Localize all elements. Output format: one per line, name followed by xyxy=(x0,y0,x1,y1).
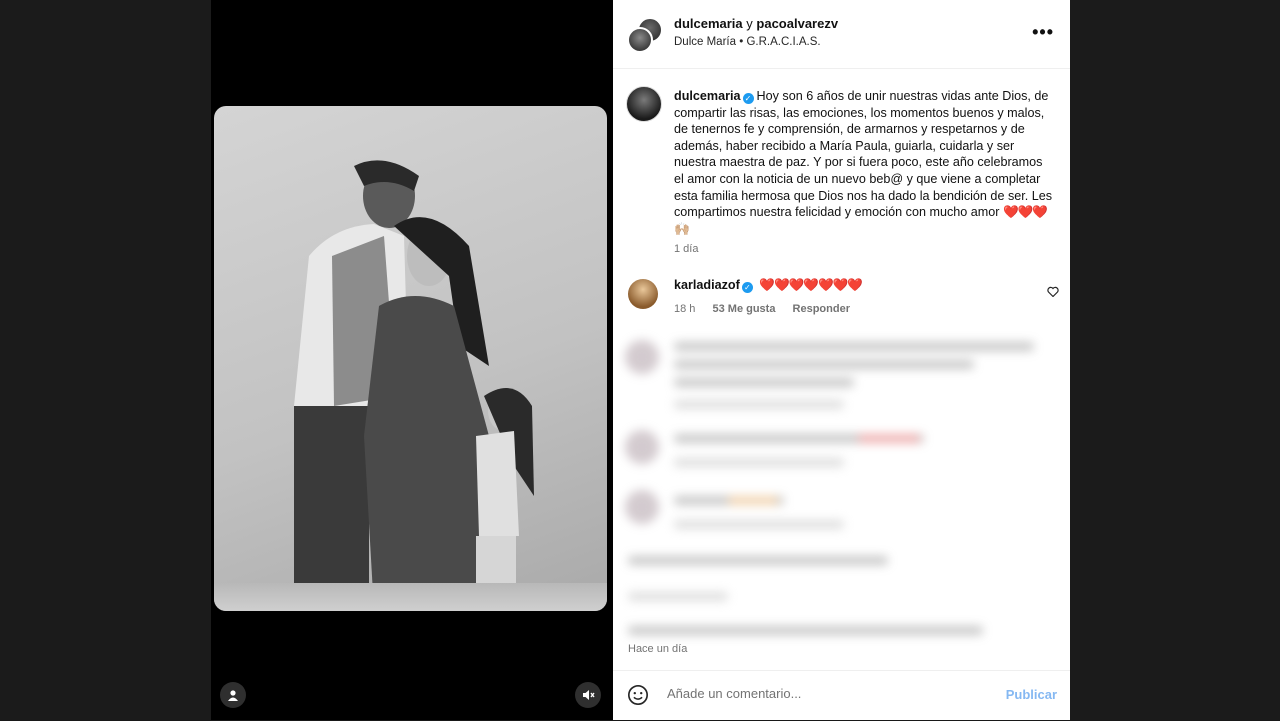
right-backdrop xyxy=(1070,0,1280,720)
comment-likes[interactable]: 53 Me gusta xyxy=(712,303,775,315)
avatar xyxy=(625,430,659,464)
tag-button[interactable] xyxy=(220,682,246,708)
blurred-line xyxy=(674,342,1034,351)
blurred-line xyxy=(674,520,844,529)
avatar xyxy=(625,340,659,374)
comment: karladiazof ✓ ❤️❤️❤️❤️❤️❤️❤️ xyxy=(674,278,863,293)
more-options-button[interactable]: ••• xyxy=(1032,22,1054,43)
mute-button[interactable] xyxy=(575,682,601,708)
add-comment-input[interactable] xyxy=(665,685,989,702)
avatar xyxy=(625,490,659,524)
blurred-line xyxy=(628,592,728,601)
family-photo-illustration xyxy=(294,160,534,611)
blurred-line xyxy=(628,556,888,565)
post-caption: dulcemaria ✓ Hoy son 6 años de unir nuestr… xyxy=(674,88,1054,237)
audio-title[interactable]: G.R.A.C.I.A.S. xyxy=(746,36,820,48)
photo-floor xyxy=(214,583,607,611)
emoji-smile-icon[interactable] xyxy=(627,684,649,706)
avatar xyxy=(627,27,653,53)
collab-username[interactable]: pacoalvarezv xyxy=(756,16,838,31)
left-backdrop xyxy=(0,0,211,720)
caption-text: Hoy son 6 años de unir nuestras vidas an… xyxy=(674,89,1053,220)
post-photo xyxy=(214,106,607,611)
caption-avatar[interactable] xyxy=(626,86,662,122)
media-pane xyxy=(211,0,613,720)
caption-time: 1 día xyxy=(674,243,699,255)
collab-avatars[interactable] xyxy=(627,17,663,53)
comment-avatar[interactable] xyxy=(628,279,658,309)
separator-dot: • xyxy=(739,36,744,48)
reply-button[interactable]: Responder xyxy=(793,303,850,315)
verified-badge-icon: ✓ xyxy=(742,93,754,104)
blurred-line xyxy=(858,434,920,443)
blurred-line xyxy=(728,496,778,505)
publish-button[interactable]: Publicar xyxy=(1006,687,1057,702)
blurred-line xyxy=(674,360,974,369)
comment-time: 18 h xyxy=(674,303,696,315)
audio-line: Dulce María • G.R.A.C.I.A.S. xyxy=(674,36,821,48)
comment-text: ❤️❤️❤️❤️❤️❤️❤️ xyxy=(759,278,863,292)
comment-meta: 18 h 53 Me gusta Responder xyxy=(674,303,864,315)
post-header: dulcemaria y pacoalvarezv Dulce María • … xyxy=(613,0,1070,69)
post-time: Hace un día xyxy=(628,643,688,655)
speaker-muted-icon xyxy=(583,690,595,700)
comment-bar: Publicar xyxy=(613,670,1070,721)
comment-username[interactable]: karladiazof xyxy=(674,278,740,292)
collab-names: dulcemaria y pacoalvarezv xyxy=(674,16,838,31)
post-details-panel: dulcemaria y pacoalvarezv Dulce María • … xyxy=(613,0,1070,720)
user-tag-icon xyxy=(228,690,238,701)
blurred-comments xyxy=(613,330,1070,650)
verified-badge-icon: ✓ xyxy=(741,282,753,293)
blurred-line xyxy=(674,458,844,467)
author-username[interactable]: dulcemaria xyxy=(674,16,743,31)
heart-outline-icon[interactable] xyxy=(1047,286,1059,297)
blurred-line xyxy=(674,400,844,409)
blurred-line xyxy=(674,378,854,387)
blurred-line xyxy=(628,626,983,635)
collab-joiner: y xyxy=(746,16,753,31)
caption-username[interactable]: dulcemaria xyxy=(674,89,741,103)
audio-artist[interactable]: Dulce María xyxy=(674,36,736,48)
